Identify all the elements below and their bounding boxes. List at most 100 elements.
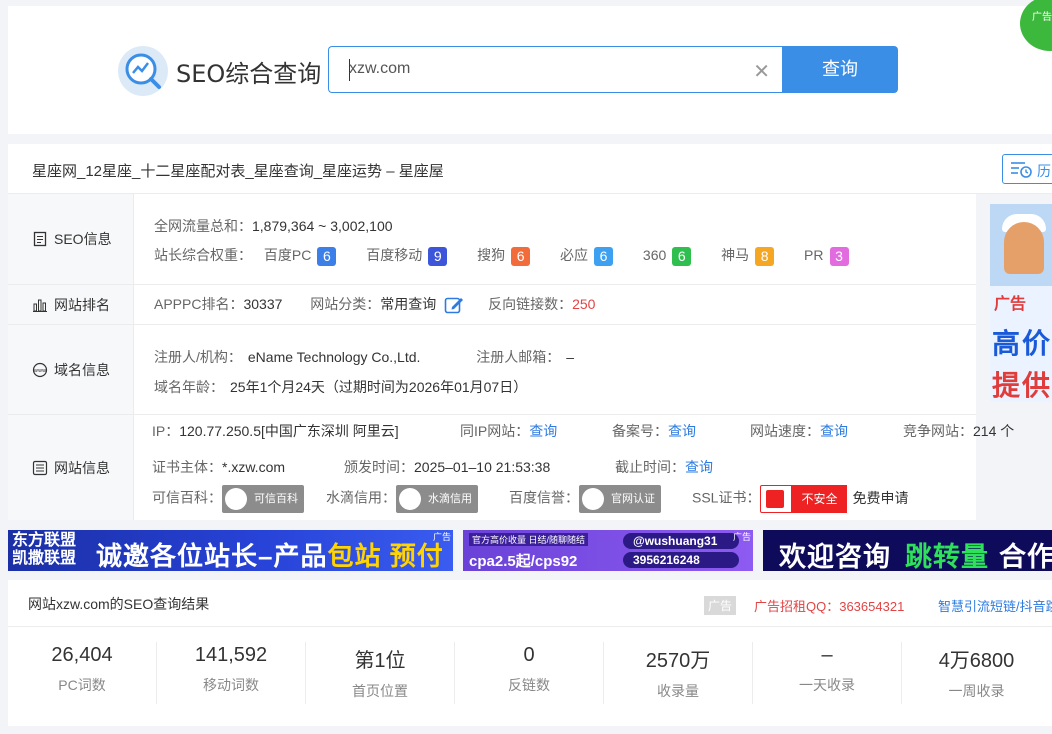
apppc-value: 30337	[243, 296, 283, 312]
banner-ad-3[interactable]: 欢迎咨询 跳转量 合作	[763, 530, 1052, 571]
weight-sogou[interactable]: 搜狗 6	[477, 245, 531, 266]
stat-indexed[interactable]: 2570万 收录量	[604, 642, 753, 704]
weight-pr[interactable]: PR 3	[804, 246, 849, 266]
side-ad-line2: 提供	[992, 370, 1052, 401]
water-drop-icon	[399, 488, 421, 510]
domain-age-line: 域名年龄： 25年1个月24天（过期时间为2026年01月07日）	[154, 377, 527, 397]
list-document-icon	[32, 460, 48, 475]
banner-ad-2[interactable]: 官方高价收量 日结/随聊随结 cpa2.5起/cps92 @wushuang31…	[463, 530, 753, 571]
email-value: –	[566, 349, 575, 365]
stat-home-position[interactable]: 第1位 首页位置	[306, 642, 455, 704]
kexin-label: 可信百科：	[152, 489, 222, 506]
backlinks-value[interactable]: 250	[572, 296, 595, 312]
side-ad-tag: 广告	[994, 296, 1027, 313]
ssl-apply-link[interactable]: 免费申请	[852, 490, 908, 506]
weight-baidu-mobile[interactable]: 百度移动 9	[366, 245, 448, 266]
stat-week-indexed[interactable]: 4万6800 一周收录	[902, 642, 1051, 704]
speed-link[interactable]: 查询	[820, 423, 848, 439]
banner-ad-1[interactable]: 东方联盟 凯撒联盟 诚邀各位站长–产品包站 预付 广告	[8, 530, 453, 571]
speed-label: 网站速度：	[750, 423, 820, 439]
weight-badge: 6	[672, 246, 692, 266]
stat-value: –	[821, 644, 833, 666]
weight-line: 站长综合权重： 百度PC 6 百度移动 9 搜狗 6 必应 6 360 6 神马 8 PR 3	[154, 245, 849, 266]
site-title: 星座网_12星座_十二星座配对表_星座查询_星座运势 – 星座屋	[32, 163, 444, 180]
ip-label: IP：	[152, 423, 180, 439]
search-input-value: xzw.com	[349, 60, 411, 77]
shuidi-stamp[interactable]: 水滴信用	[396, 485, 478, 513]
banner-ad-2-qq: 3956216248	[623, 552, 739, 568]
history-button[interactable]: 历	[1002, 154, 1052, 184]
shuidi-stamp-text: 水滴信用	[428, 493, 472, 505]
weight-badge: 8	[755, 246, 775, 266]
stat-label: 收录量	[657, 683, 699, 699]
bar-chart-icon	[33, 299, 47, 312]
expire-label: 截止时间：	[615, 459, 685, 475]
stat-label: 首页位置	[352, 683, 408, 699]
backlinks-label: 反向链接数：	[488, 296, 573, 312]
search-input[interactable]: xzw.com ✕	[328, 46, 782, 93]
domain-label-cell: www 域名信息	[8, 325, 134, 414]
banner-ad-1-brand-1: 东方联盟	[12, 532, 77, 549]
stat-value: 0	[523, 644, 535, 666]
side-ad-line1: 高价	[992, 328, 1052, 359]
ssl-status-badge[interactable]: 不安全	[760, 485, 848, 513]
issue-line: 颁发时间：2025–01–10 21:53:38	[344, 457, 550, 477]
edit-icon[interactable]	[444, 295, 464, 315]
ssl-shield-icon	[766, 490, 785, 508]
category-label: 网站分类：	[310, 296, 381, 312]
kexin-stamp[interactable]: 可信百科	[222, 485, 304, 513]
stat-backlinks[interactable]: 0 反链数	[455, 642, 604, 704]
kexin-stamp-text: 可信百科	[254, 493, 298, 505]
stat-mobile-words[interactable]: 141,592 移动词数	[157, 642, 306, 704]
issue-label: 颁发时间：	[344, 459, 414, 475]
stat-label: 一周收录	[948, 683, 1005, 699]
banner-ad-1-main: 诚邀各位站长–产品包站 预付	[96, 536, 444, 571]
results-ad-label: 广告	[704, 596, 737, 615]
shuidi-label: 水滴信用：	[326, 489, 396, 506]
banner-ad-3-highlight: 跳转量	[905, 542, 989, 571]
weight-name: 必应	[560, 247, 589, 263]
ssl-label: SSL证书：	[692, 489, 761, 506]
clear-icon[interactable]: ✕	[753, 59, 770, 84]
banner-ad-1-highlight: 包站 预付	[327, 541, 444, 571]
cert-subject-line: 证书主体：*.xzw.com	[152, 457, 285, 477]
search-button[interactable]: 查询	[782, 46, 898, 93]
svg-text:www: www	[34, 368, 46, 374]
same-ip-link[interactable]: 查询	[529, 423, 557, 439]
chart-magnifier-icon	[118, 46, 168, 96]
results-ad-qq[interactable]: 广告招租QQ：363654321	[754, 596, 904, 615]
website-row: 网站信息 IP：120.77.250.5[中国广东深圳 阿里云] 同IP网站：查…	[8, 415, 1014, 520]
speed-line: 网站速度：查询	[750, 421, 848, 441]
side-ad[interactable]: 广告 高价 提供	[990, 204, 1052, 402]
stats-row: 26,404 PC词数 141,592 移动词数 第1位 首页位置 0 反链数 …	[8, 628, 1052, 726]
weight-360[interactable]: 360 6	[643, 246, 692, 266]
weight-name: PR	[804, 247, 824, 263]
results-header: 网站xzw.com的SEO查询结果 广告 广告招租QQ：363654321 智慧…	[8, 580, 1052, 627]
logo[interactable]: SEO综合查询	[118, 46, 321, 96]
traffic-label: 全网流量总和：	[154, 218, 252, 234]
corner-ad[interactable]: 广告	[1020, 0, 1052, 51]
stat-pc-words[interactable]: 26,404 PC词数	[8, 642, 157, 704]
stat-value: 141,592	[194, 644, 268, 666]
results-title: 网站xzw.com的SEO查询结果	[28, 596, 210, 612]
results-ad-link[interactable]: 智慧引流短链/抖音跳转	[938, 596, 1052, 615]
icp-link[interactable]: 查询	[668, 423, 696, 439]
stat-value: 第1位	[354, 650, 406, 672]
weight-shenma[interactable]: 神马 8	[721, 245, 775, 266]
same-ip-line: 同IP网站：查询	[460, 421, 557, 441]
expire-link[interactable]: 查询	[685, 459, 713, 475]
weight-name: 百度移动	[366, 247, 423, 263]
stat-label: 一天收录	[799, 677, 855, 693]
website-label-cell: 网站信息	[8, 415, 134, 520]
weight-bing[interactable]: 必应 6	[560, 245, 614, 266]
baidu-trust-stamp[interactable]: 官网认证	[579, 485, 661, 513]
stat-day-indexed[interactable]: – 一天收录	[753, 642, 902, 704]
weight-baidu-pc[interactable]: 百度PC 6	[264, 245, 337, 266]
stat-label: 反链数	[508, 677, 550, 693]
weight-badge: 6	[511, 246, 531, 266]
baidu-trust-label: 百度信誉：	[509, 489, 579, 506]
weight-badge: 6	[317, 246, 337, 266]
logo-text: SEO综合查询	[176, 59, 322, 88]
stat-value: 2570万	[645, 650, 711, 672]
ranking-label-cell: 网站排名	[8, 285, 134, 324]
